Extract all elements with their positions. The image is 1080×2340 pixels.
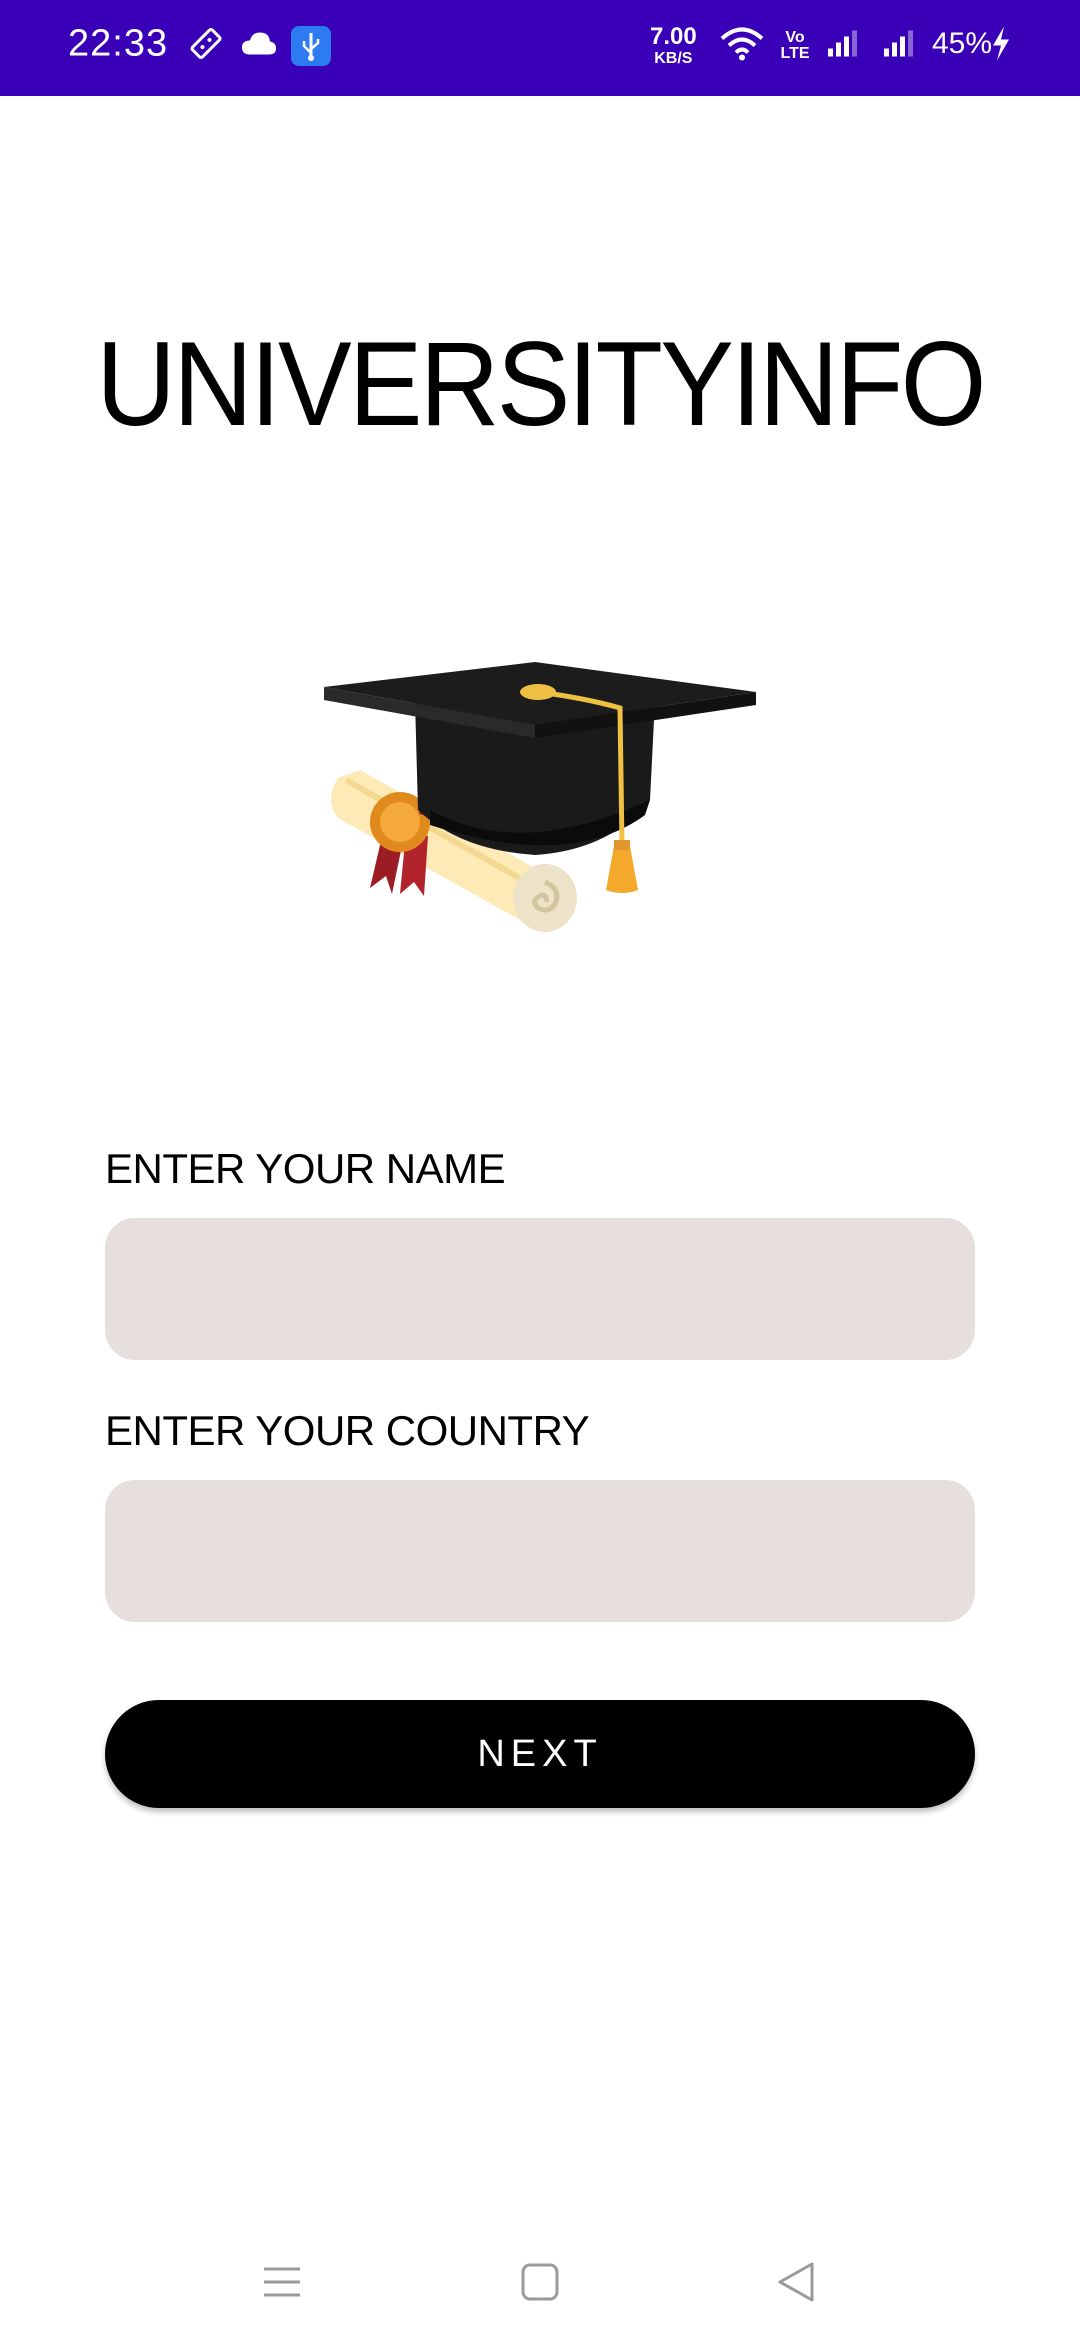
usb-icon [291,26,331,66]
menu-icon[interactable] [252,2252,312,2312]
signal-icon [826,29,862,64]
status-bar: 22:33 7.00 KB/S Vo LTE 45% [0,0,1080,96]
graduation-cap-illustration [320,650,770,940]
back-icon[interactable] [766,2252,826,2312]
charging-icon [990,26,1012,67]
battery-percentage: 45% [932,27,993,60]
screen: 22:33 7.00 KB/S Vo LTE 45% UNIVERSITYINF… [0,0,1080,2340]
network-speed: 7.00 KB/S [650,23,697,67]
navigation-bar [0,2220,1080,2340]
country-input[interactable] [105,1480,975,1622]
signal-icon [882,29,918,64]
status-time: 22:33 [68,22,169,65]
volte-icon: Vo LTE [780,29,810,62]
name-label: ENTER YOUR NAME [105,1145,506,1192]
next-button[interactable]: NEXT [105,1700,975,1808]
name-input[interactable] [105,1218,975,1360]
notification-icon [188,26,224,67]
app-title: UNIVERSITYINFO [96,317,986,451]
wifi-icon [720,27,764,66]
home-icon[interactable] [510,2252,570,2312]
country-label: ENTER YOUR COUNTRY [105,1407,590,1454]
cloud-icon [240,31,278,62]
